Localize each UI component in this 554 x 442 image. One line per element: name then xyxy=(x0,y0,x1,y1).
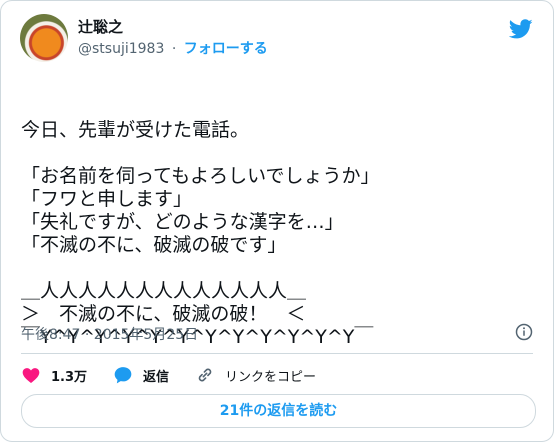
tweet-line: 「失礼ですが、どのような漢字を…」 xyxy=(21,211,344,233)
follow-button[interactable]: フォローする xyxy=(184,41,268,57)
tweet-line: ＞ 不滅の不に、破滅の破！ ＜ xyxy=(21,303,306,325)
tweet-line: 「お名前を伺ってもよろしいでしょうか」 xyxy=(21,165,380,187)
tweet-line: 「フワと申します」 xyxy=(21,188,193,210)
tweet-line: ＿人人人人人人人人人人人人人＿ xyxy=(21,280,307,302)
author-handle-row: @stsuji1983 · フォローする xyxy=(78,38,268,58)
like-count: 1.3万 xyxy=(51,369,88,385)
separator-dot: · xyxy=(171,41,177,57)
like-button[interactable]: 1.3万 xyxy=(21,365,87,385)
tweet-line: 「不滅の不に、破滅の破です」 xyxy=(21,234,287,256)
avatar[interactable] xyxy=(20,14,68,62)
info-icon[interactable] xyxy=(515,323,533,341)
heart-icon xyxy=(22,368,40,383)
timestamp[interactable]: 午後8:47 · 2015年5月25日 xyxy=(21,324,198,344)
reply-button[interactable]: 返信 xyxy=(113,365,169,385)
reply-label: 返信 xyxy=(143,369,170,385)
reply-icon xyxy=(114,367,132,384)
author-handle[interactable]: @stsuji1983 xyxy=(78,41,164,57)
tweet-card: 辻聡之 @stsuji1983 · フォローする 今日、先輩が受けた電話。 「お… xyxy=(0,0,554,442)
tweet-line: 今日、先輩が受けた電話。 xyxy=(21,119,250,141)
twitter-bird-icon[interactable] xyxy=(509,17,533,41)
tweet-text: 今日、先輩が受けた電話。 「お名前を伺ってもよろしいでしょうか」 「フワと申します… xyxy=(21,73,531,395)
read-replies-button[interactable]: 21件の返信を読む xyxy=(21,394,536,428)
action-bar: 1.3万 返信 リンクをコピー xyxy=(21,363,342,387)
copy-link-button[interactable]: リンクをコピー xyxy=(195,365,316,385)
link-icon xyxy=(198,368,212,382)
divider xyxy=(21,353,533,354)
copy-link-label: リンクをコピー xyxy=(225,369,317,385)
tweet-line xyxy=(21,142,531,165)
author-name[interactable]: 辻聡之 xyxy=(78,16,123,37)
tweet-line xyxy=(21,257,531,280)
